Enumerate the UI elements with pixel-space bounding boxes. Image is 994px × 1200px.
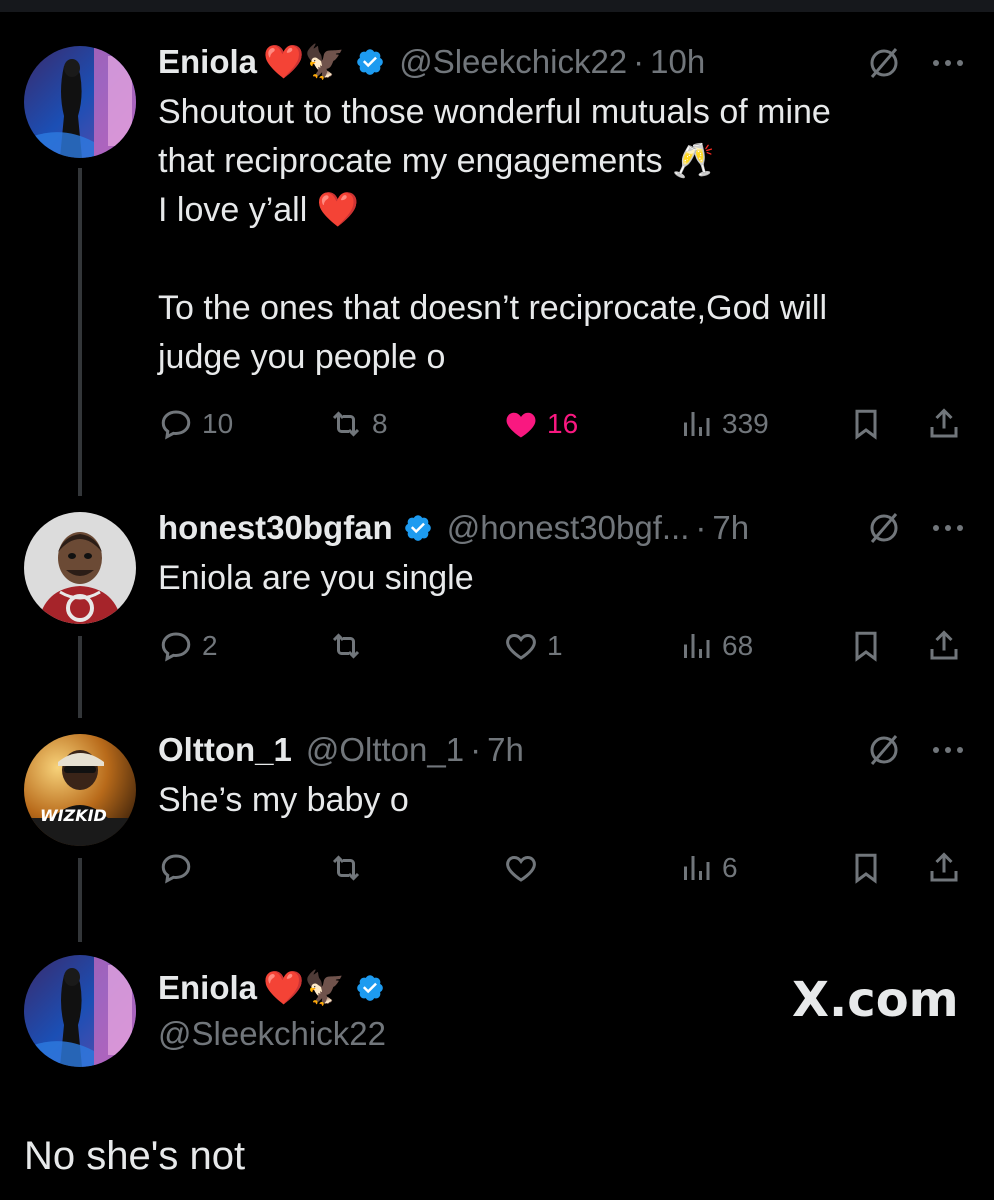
like-count: 1 (547, 630, 563, 661)
like-icon (506, 855, 536, 882)
name-emojis: ❤️🦅 (263, 42, 346, 80)
top-bar (0, 0, 994, 12)
repost-icon (332, 633, 360, 659)
share-icon (930, 408, 958, 438)
avatar-eniola[interactable] (24, 46, 136, 158)
caption-text: No she's not (24, 1134, 246, 1178)
like-count: 16 (547, 408, 579, 439)
author-name[interactable]: honest30bgfan (158, 509, 393, 547)
post-body: Eniola are you single (158, 554, 474, 603)
separator-dot: · (633, 43, 645, 80)
post-line: judge you people o (158, 338, 446, 376)
bookmark-button[interactable] (848, 402, 884, 446)
thread-line (78, 168, 82, 496)
share-button[interactable] (926, 624, 962, 668)
repost-button[interactable]: 8 (328, 402, 388, 446)
verified-icon (357, 49, 384, 75)
reply-button[interactable]: 10 (158, 402, 233, 446)
repost-button[interactable] (328, 624, 372, 668)
share-icon (930, 630, 958, 660)
like-icon (506, 633, 536, 660)
post-header: Oltton_1 @Oltton_1 · 7h (158, 728, 524, 772)
name-emojis: ❤️🦅 (263, 968, 346, 1006)
post-header: Eniola ❤️🦅 @Sleekchick22 · 10h (158, 40, 705, 84)
author-handle[interactable]: @honest30bgf... (447, 509, 690, 547)
like-button[interactable]: 1 (503, 624, 563, 668)
reply-button[interactable]: 2 (158, 624, 218, 668)
bookmark-button[interactable] (848, 624, 884, 668)
quote-author-name[interactable]: Eniola (158, 969, 257, 1007)
views-count: 68 (722, 630, 754, 661)
repost-icon (332, 855, 360, 881)
grok-icon[interactable] (864, 730, 904, 770)
views-count: 6 (722, 852, 738, 883)
reply-icon (161, 854, 191, 884)
bookmark-button[interactable] (848, 846, 884, 890)
post-line: She’s my baby o (158, 781, 409, 819)
grok-icon[interactable] (864, 43, 904, 83)
avatar-honest30bgfan[interactable] (24, 512, 136, 624)
share-icon (930, 852, 958, 882)
author-handle[interactable]: @Oltton_1 (306, 731, 464, 769)
verified-icon (357, 975, 384, 1001)
repost-count: 8 (372, 408, 388, 439)
post-header: honest30bgfan @honest30bgf... · 7h (158, 506, 749, 550)
repost-button[interactable] (328, 846, 372, 890)
reply-count: 2 (202, 630, 218, 661)
views-icon (684, 412, 710, 436)
post-body: Shoutout to those wonderful mutuals of m… (158, 88, 831, 382)
post-time[interactable]: 10h (650, 43, 705, 81)
bookmark-icon (855, 409, 877, 440)
post-line: Shoutout to those wonderful mutuals of m… (158, 93, 831, 131)
avatar-oltton[interactable]: WIZKID (24, 734, 136, 846)
author-name[interactable]: Oltton_1 (158, 731, 292, 769)
thread-line (78, 858, 82, 942)
post-line: Eniola are you single (158, 559, 474, 597)
avatar-caption: WIZKID (40, 806, 107, 825)
action-bar: 10 8 16 339 (158, 402, 968, 446)
like-button[interactable]: 16 (503, 402, 578, 446)
action-bar: 2 1 68 (158, 624, 968, 668)
post-time[interactable]: 7h (712, 509, 749, 547)
views-button[interactable]: 6 (678, 846, 738, 890)
more-icon[interactable] (928, 730, 968, 770)
quote-author-handle[interactable]: @Sleekchick22 (158, 1015, 386, 1053)
post-body: She’s my baby o (158, 776, 409, 825)
author-handle[interactable]: @Sleekchick22 (399, 43, 627, 81)
grok-icon[interactable] (864, 508, 904, 548)
repost-icon (332, 411, 360, 437)
quote-handle-row: @Sleekchick22 (158, 1012, 386, 1056)
post-line: I love y’all ❤️ (158, 191, 360, 229)
thread-line (78, 636, 82, 718)
views-icon (684, 856, 710, 880)
verified-icon (404, 515, 431, 541)
reply-button[interactable] (158, 846, 202, 890)
post-line (158, 235, 831, 284)
post-line: that reciprocate my engagements 🥂 (158, 142, 715, 180)
more-icon[interactable] (928, 508, 968, 548)
post-line: To the ones that doesn’t reciprocate,God… (158, 289, 828, 327)
views-button[interactable]: 339 (678, 402, 769, 446)
separator-dot: · (695, 509, 707, 546)
action-bar: 6 (158, 846, 968, 890)
author-name[interactable]: Eniola (158, 43, 257, 81)
reply-icon (161, 410, 191, 440)
reply-icon (161, 632, 191, 662)
reply-count: 10 (202, 408, 234, 439)
like-button[interactable] (503, 846, 547, 890)
share-button[interactable] (926, 846, 962, 890)
views-icon (684, 634, 710, 658)
views-count: 339 (722, 408, 769, 439)
x-brand-logo: X.com (792, 972, 959, 1028)
like-icon (506, 412, 536, 438)
views-button[interactable]: 68 (678, 624, 753, 668)
share-button[interactable] (926, 402, 962, 446)
separator-dot: · (470, 731, 482, 768)
quote-header: Eniola ❤️🦅 (158, 966, 385, 1010)
more-icon[interactable] (928, 43, 968, 83)
bookmark-icon (855, 631, 877, 662)
post-time[interactable]: 7h (487, 731, 524, 769)
bookmark-icon (855, 853, 877, 884)
avatar-eniola-quote[interactable] (24, 955, 136, 1067)
